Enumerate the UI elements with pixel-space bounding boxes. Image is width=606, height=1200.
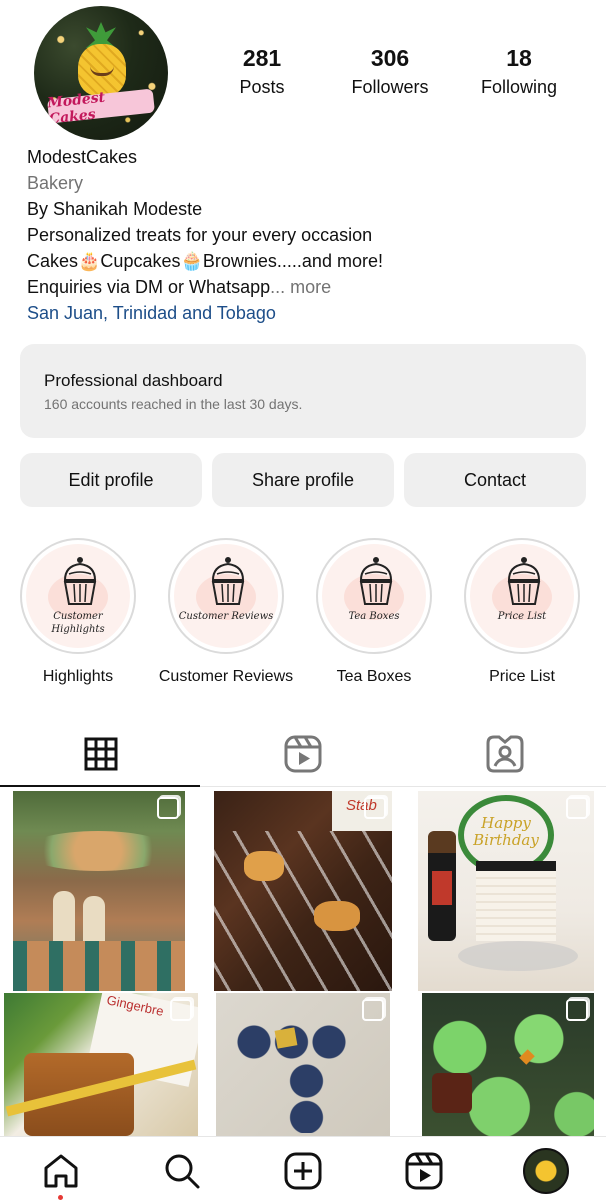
professional-dashboard-card[interactable]: Professional dashboard 160 accounts reac…: [20, 344, 586, 438]
search-icon: [165, 1154, 200, 1189]
cupcake-icon: [63, 557, 97, 605]
tab-tagged[interactable]: [404, 722, 606, 786]
home-icon: [44, 1154, 78, 1188]
post-thumbnail[interactable]: Stab: [214, 791, 392, 991]
followers-label: Followers: [351, 77, 429, 97]
following-count: 18: [506, 45, 532, 71]
highlight-ring: Customer Highlights: [20, 538, 136, 654]
highlight-ring: Price List: [464, 538, 580, 654]
following-label: Following: [480, 77, 558, 97]
tab-reels[interactable]: [202, 722, 404, 786]
multi-photo-icon: [566, 797, 588, 819]
tagged-icon: [486, 735, 524, 773]
edit-profile-button[interactable]: Edit profile: [20, 453, 202, 507]
post-thumbnail[interactable]: Gingerbre: [4, 993, 198, 1136]
nav-home[interactable]: [41, 1151, 81, 1191]
nav-search[interactable]: [162, 1151, 202, 1191]
multi-photo-icon: [566, 999, 588, 1021]
multi-photo-icon: [362, 999, 384, 1021]
cupcake-icon: [507, 557, 541, 605]
posts-label: Posts: [239, 77, 285, 97]
highlight-label: Price List: [489, 668, 555, 685]
highlight-ring: Tea Boxes: [316, 538, 432, 654]
highlight-label: Customer Reviews: [158, 668, 294, 685]
profile-category: Bakery: [27, 173, 84, 193]
following-stat[interactable]: 18 Following: [464, 44, 574, 100]
highlight-cover-caption: Price List: [497, 611, 547, 622]
highlight-cover-caption: Tea Boxes: [348, 611, 400, 622]
bio-line: Personalized treats for your every occas…: [27, 225, 373, 245]
tab-posts-grid[interactable]: [0, 722, 202, 786]
highlight-ring: Customer Reviews: [168, 538, 284, 654]
dashboard-title: Professional dashboard: [44, 371, 223, 390]
create-icon: [284, 1152, 322, 1190]
active-tab-indicator: [0, 785, 200, 787]
posts-count: 281: [242, 45, 282, 71]
followers-count: 306: [370, 45, 410, 71]
reels-icon: [284, 735, 322, 773]
highlight-item[interactable]: Customer Reviews Customer Reviews: [151, 538, 301, 688]
highlight-cover: Customer Highlights: [26, 544, 130, 648]
contact-button[interactable]: Contact: [404, 453, 586, 507]
post-thumbnail[interactable]: [422, 993, 594, 1136]
cupcake-icon: [211, 557, 245, 605]
highlight-item[interactable]: Tea Boxes Tea Boxes: [299, 538, 449, 688]
dashboard-subtitle: 160 accounts reached in the last 30 days…: [44, 396, 303, 412]
highlight-cover: Customer Reviews: [174, 544, 278, 648]
highlight-label: Tea Boxes: [336, 668, 412, 685]
nav-create[interactable]: [283, 1151, 323, 1191]
nav-reels[interactable]: [404, 1151, 444, 1191]
post-thumbnail[interactable]: [13, 791, 185, 991]
post-thumbnail[interactable]: [216, 993, 390, 1136]
profile-bio: ModestCakes Bakery By Shanikah Modeste P…: [27, 144, 587, 326]
profile-name: ModestCakes: [27, 147, 138, 167]
location-link[interactable]: San Juan, Trinidad and Tobago: [27, 300, 587, 326]
highlight-cover-caption: Customer Highlights: [51, 611, 105, 635]
highlight-item[interactable]: Customer Highlights Highlights: [3, 538, 153, 688]
bio-line: Cakes🎂Cupcakes🧁Brownies.....and more!: [27, 251, 383, 271]
post-thumbnail[interactable]: Happy Birthday: [418, 791, 594, 991]
share-profile-button[interactable]: Share profile: [212, 453, 394, 507]
highlight-cover: Tea Boxes: [322, 544, 426, 648]
bottom-navigation: [0, 1136, 606, 1200]
birthday-topper-text: Happy Birthday: [473, 814, 539, 849]
cupcake-icon: [359, 557, 393, 605]
notification-dot: [58, 1195, 63, 1200]
followers-stat[interactable]: 306 Followers: [335, 44, 445, 100]
nav-profile[interactable]: [522, 1147, 570, 1195]
multi-photo-icon: [364, 797, 386, 819]
grid-icon: [84, 737, 118, 771]
profile-avatar[interactable]: Modest Cakes: [34, 6, 168, 140]
multi-photo-icon: [170, 999, 192, 1021]
profile-avatar: [523, 1148, 569, 1194]
highlight-cover: Price List: [470, 544, 574, 648]
bio-line: Enquiries via DM or Whatsapp: [27, 277, 271, 297]
reels-icon: [405, 1152, 443, 1190]
highlight-cover-caption: Customer Reviews: [178, 611, 274, 622]
multi-photo-icon: [157, 797, 179, 819]
highlight-item[interactable]: Price List Price List: [447, 538, 597, 688]
posts-stat[interactable]: 281 Posts: [207, 44, 317, 100]
bio-more-link[interactable]: ... more: [270, 277, 331, 297]
bio-line: By Shanikah Modeste: [27, 199, 203, 219]
highlight-label: Highlights: [42, 668, 114, 685]
